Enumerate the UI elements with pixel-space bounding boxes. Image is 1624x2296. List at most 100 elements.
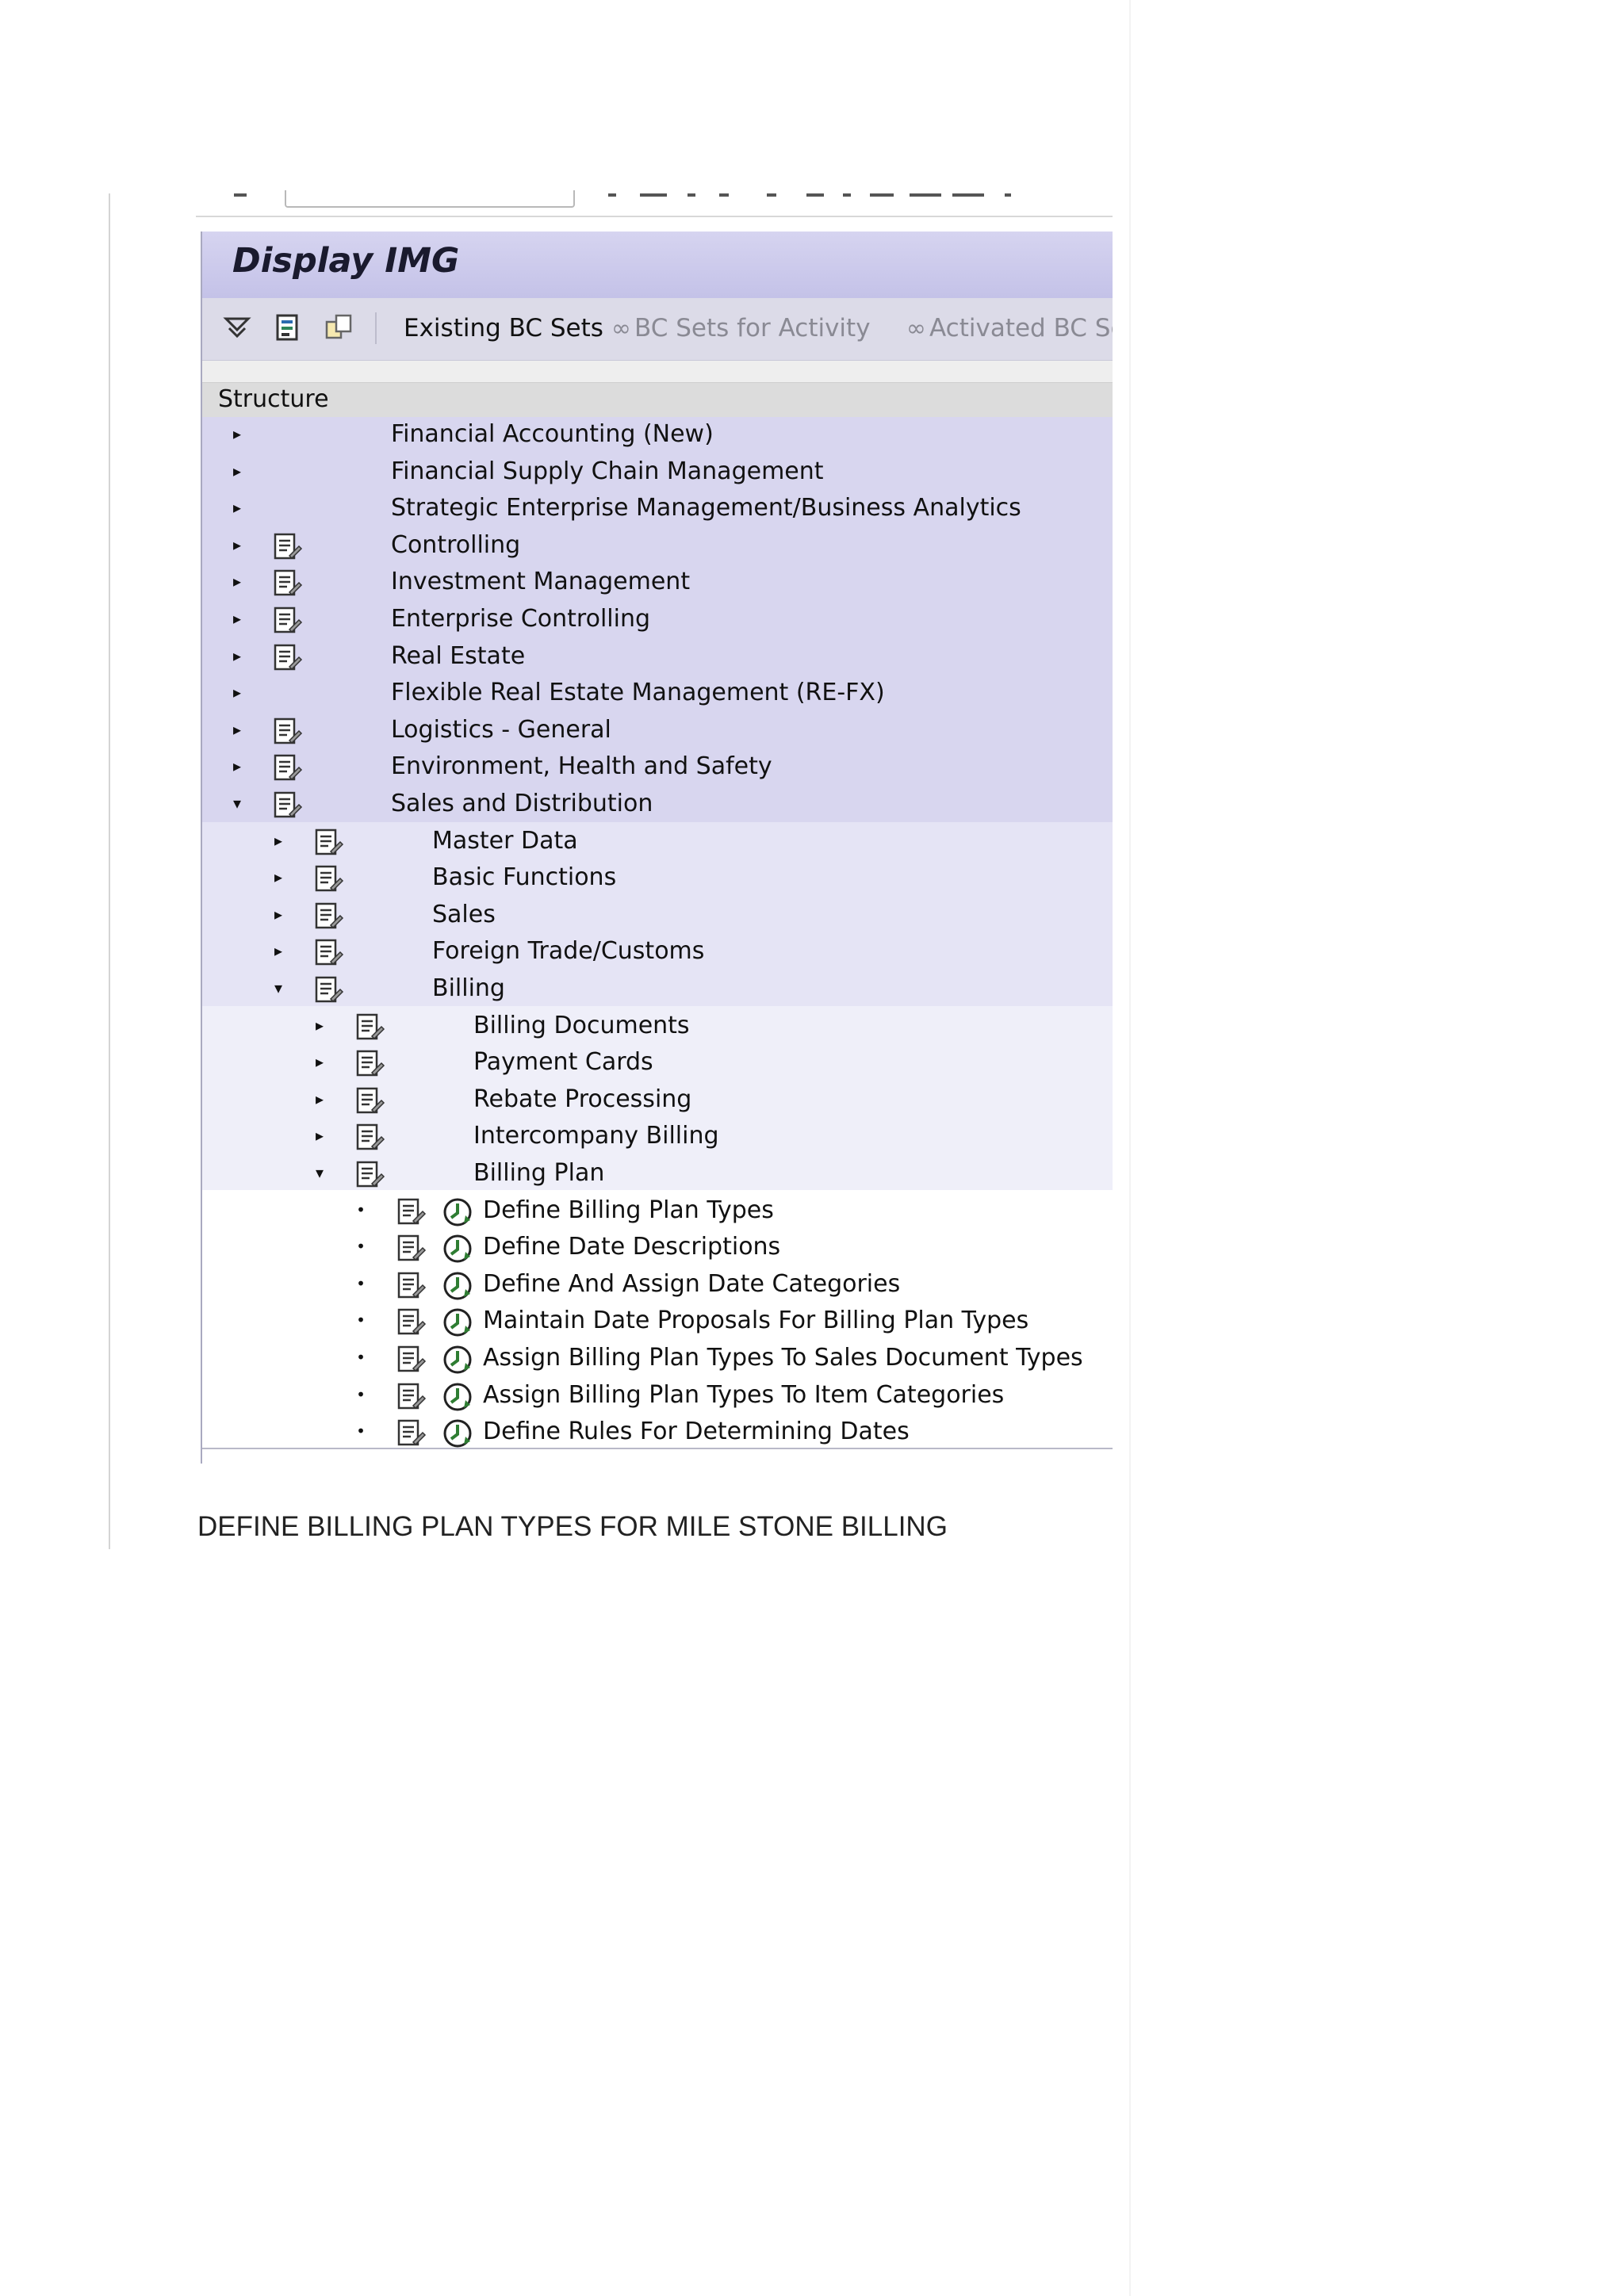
- application-toolbar: Existing BC Sets ∞ BC Sets for Activity ∞…: [202, 298, 1113, 361]
- find-icon[interactable]: [220, 312, 255, 344]
- expand-arrow-icon[interactable]: ▸: [310, 1045, 329, 1081]
- expand-arrow-icon[interactable]: ▸: [228, 564, 247, 601]
- expand-arrow-icon[interactable]: ▸: [269, 897, 288, 934]
- tree-node-level1[interactable]: ▸ Flexible Real Estate Management (RE-FX): [202, 675, 1113, 712]
- tree-node-level2[interactable]: ▸ Foreign Trade/Customs: [202, 934, 1113, 970]
- documentation-icon[interactable]: [354, 1123, 386, 1153]
- expand-arrow-icon[interactable]: ▸: [228, 417, 247, 453]
- existing-bc-sets-button[interactable]: Existing BC Sets: [404, 312, 603, 344]
- expand-arrow-icon[interactable]: ▸: [228, 602, 247, 638]
- documentation-icon[interactable]: [272, 717, 304, 747]
- bc-sets-for-activity-button[interactable]: ∞ BC Sets for Activity: [611, 312, 871, 345]
- expand-arrow-icon[interactable]: ▸: [228, 491, 247, 527]
- documentation-icon[interactable]: [313, 864, 345, 894]
- documentation-icon[interactable]: [354, 1049, 386, 1079]
- expand-arrow-icon[interactable]: ▸: [310, 1008, 329, 1045]
- collapse-arrow-icon[interactable]: ▾: [228, 786, 247, 823]
- documentation-icon[interactable]: [396, 1418, 427, 1448]
- tree-node-level1[interactable]: ▾ Sales and Distribution: [202, 786, 1113, 823]
- tree-node-level2[interactable]: ▸ Basic Functions: [202, 860, 1113, 897]
- documentation-icon[interactable]: [313, 828, 345, 858]
- tree-node-level1[interactable]: ▸ Investment Management: [202, 564, 1113, 601]
- tree-node-level2[interactable]: ▸ Master Data: [202, 824, 1113, 860]
- documentation-icon[interactable]: [313, 975, 345, 1005]
- tree-node-label: Define Billing Plan Types: [483, 1196, 774, 1224]
- img-activity-row[interactable]: • Define Date Descriptions: [202, 1230, 1113, 1266]
- documentation-icon[interactable]: [396, 1271, 427, 1301]
- tree-node-label: Master Data: [432, 826, 578, 855]
- expand-arrow-icon[interactable]: ▸: [228, 713, 247, 749]
- expand-arrow-icon[interactable]: ▸: [269, 824, 288, 860]
- tree-node-level3[interactable]: ▸ Billing Documents: [202, 1008, 1113, 1045]
- tree-node-level1[interactable]: ▸ Controlling: [202, 528, 1113, 564]
- documentation-icon[interactable]: [272, 606, 304, 636]
- collapse-arrow-icon[interactable]: ▾: [269, 971, 288, 1008]
- execute-activity-icon[interactable]: [442, 1344, 473, 1376]
- docs-icon[interactable]: [270, 312, 305, 344]
- command-field[interactable]: [285, 190, 575, 208]
- activated-bc-sets-button[interactable]: ∞ Activated BC Se: [906, 312, 1113, 345]
- documentation-icon[interactable]: [396, 1197, 427, 1227]
- documentation-icon[interactable]: [396, 1345, 427, 1375]
- documentation-icon[interactable]: [313, 938, 345, 968]
- img-activity-row[interactable]: • Maintain Date Proposals For Billing Pla…: [202, 1303, 1113, 1340]
- img-activity-row[interactable]: • Define And Assign Date Categories: [202, 1267, 1113, 1303]
- tree-node-label: Sales and Distribution: [391, 790, 653, 817]
- expand-arrow-icon[interactable]: ▸: [228, 749, 247, 786]
- expand-arrow-icon[interactable]: ▸: [269, 934, 288, 970]
- tree-node-level1[interactable]: ▸ Financial Supply Chain Management: [202, 454, 1113, 491]
- copy-icon[interactable]: [321, 312, 356, 344]
- documentation-icon[interactable]: [272, 753, 304, 783]
- img-activity-row[interactable]: • Define Billing Plan Types: [202, 1193, 1113, 1230]
- documentation-icon[interactable]: [272, 532, 304, 562]
- collapse-arrow-icon[interactable]: ▾: [310, 1156, 329, 1192]
- expand-arrow-icon[interactable]: ▸: [228, 454, 247, 491]
- tree-node-level1[interactable]: ▸ Environment, Health and Safety: [202, 749, 1113, 786]
- tree-node-level3[interactable]: ▸ Rebate Processing: [202, 1082, 1113, 1119]
- bc-set-link-icon: ∞: [906, 315, 926, 342]
- expand-arrow-icon[interactable]: ▸: [310, 1119, 329, 1155]
- expand-arrow-icon[interactable]: ▸: [228, 639, 247, 675]
- expand-arrow-icon[interactable]: ▸: [228, 528, 247, 564]
- tree-node-level1[interactable]: ▸ Strategic Enterprise Management/Busines…: [202, 491, 1113, 527]
- tree-node-label: Intercompany Billing: [473, 1122, 719, 1150]
- documentation-icon[interactable]: [396, 1382, 427, 1412]
- documentation-icon[interactable]: [313, 901, 345, 932]
- page-right-edge: [1129, 0, 1131, 2296]
- tree-node-label: Flexible Real Estate Management (RE-FX): [391, 679, 885, 707]
- tree-node-level3[interactable]: ▸ Payment Cards: [202, 1045, 1113, 1081]
- tree-node-level2[interactable]: ▾ Billing: [202, 971, 1113, 1008]
- activated-bc-sets-label: Activated BC Se: [929, 314, 1113, 342]
- documentation-icon[interactable]: [354, 1012, 386, 1043]
- tree-node-label: Assign Billing Plan Types To Item Catego…: [483, 1380, 1005, 1409]
- tree-node-level2[interactable]: ▸ Sales: [202, 897, 1113, 934]
- tree-node-level1[interactable]: ▸ Enterprise Controlling: [202, 602, 1113, 638]
- img-activity-row[interactable]: • Assign Billing Plan Types To Item Categ…: [202, 1378, 1113, 1414]
- tree-node-label: Controlling: [391, 530, 521, 559]
- execute-activity-icon[interactable]: [442, 1307, 473, 1338]
- expand-arrow-icon[interactable]: ▸: [269, 860, 288, 897]
- execute-activity-icon[interactable]: [442, 1196, 473, 1228]
- execute-activity-icon[interactable]: [442, 1381, 473, 1413]
- documentation-icon[interactable]: [272, 643, 304, 673]
- execute-activity-icon[interactable]: [442, 1233, 473, 1265]
- documentation-icon[interactable]: [354, 1086, 386, 1116]
- documentation-icon[interactable]: [272, 790, 304, 821]
- bc-set-link-icon: ∞: [611, 315, 631, 342]
- execute-activity-icon[interactable]: [442, 1270, 473, 1302]
- execute-activity-icon[interactable]: [442, 1418, 473, 1449]
- img-activity-row[interactable]: • Assign Billing Plan Types To Sales Docu…: [202, 1341, 1113, 1377]
- tree-node-level3[interactable]: ▸ Intercompany Billing: [202, 1119, 1113, 1155]
- tree-node-level1[interactable]: ▸ Logistics - General: [202, 713, 1113, 749]
- expand-arrow-icon[interactable]: ▸: [310, 1082, 329, 1119]
- tree-node-level3[interactable]: ▾ Billing Plan: [202, 1156, 1113, 1192]
- tree-node-level1[interactable]: ▸ Financial Accounting (New): [202, 417, 1113, 453]
- expand-arrow-icon[interactable]: ▸: [228, 675, 247, 712]
- documentation-icon[interactable]: [396, 1307, 427, 1337]
- bullet-icon: •: [356, 1422, 366, 1441]
- tree-node-level1[interactable]: ▸ Real Estate: [202, 639, 1113, 675]
- documentation-icon[interactable]: [354, 1160, 386, 1190]
- documentation-icon[interactable]: [272, 568, 304, 599]
- img-activity-row[interactable]: • Define Rules For Determining Dates: [202, 1414, 1113, 1451]
- documentation-icon[interactable]: [396, 1234, 427, 1264]
